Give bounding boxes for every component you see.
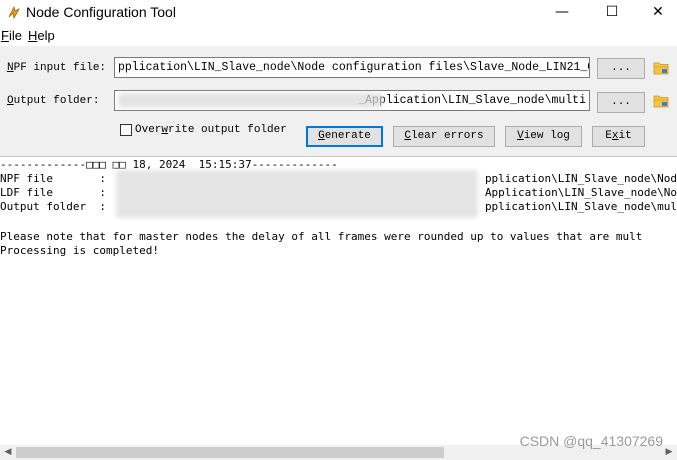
clear-errors-button[interactable]: Clear errors (393, 126, 495, 147)
watermark: CSDN @qq_41307269 (519, 433, 663, 449)
log-npf-key: NPF file : (0, 172, 106, 185)
config-panel: NPF input file: pplication\LIN_Slave_nod… (0, 46, 677, 156)
minimize-button[interactable]: — (539, 0, 585, 26)
window-title: Node Configuration Tool (26, 4, 176, 20)
browse-npf-button[interactable]: ... (597, 58, 645, 79)
log-npf-value: pplication\LIN_Slave_node\Nod (484, 172, 677, 185)
maximize-button[interactable]: ☐ (589, 0, 635, 26)
menu-file[interactable]: File (1, 28, 22, 43)
scrollbar-thumb[interactable] (16, 447, 444, 458)
log-output-key: Output folder : (0, 200, 106, 213)
scroll-left-icon[interactable]: ◀ (0, 445, 16, 460)
close-button[interactable]: ✕ (635, 0, 677, 26)
log-note: Please note that for master nodes the de… (0, 230, 643, 243)
title-bar: Node Configuration Tool — ☐ ✕ (0, 0, 677, 26)
log-ldf-key: LDF file : (0, 186, 106, 199)
output-folder-label: Output folder: (7, 95, 100, 107)
scroll-right-icon[interactable]: ▶ (661, 445, 677, 460)
overwrite-label[interactable]: Overwrite output folder (135, 124, 287, 136)
output-log[interactable]: -------------□□□ □□ 18, 2024 15:15:37---… (0, 157, 677, 445)
overwrite-checkbox[interactable] (120, 124, 132, 136)
menu-bar: File Help (0, 26, 677, 46)
npf-input-field[interactable]: pplication\LIN_Slave_node\Node configura… (114, 57, 590, 78)
app-icon (8, 5, 20, 20)
view-log-button[interactable]: View log (505, 126, 582, 147)
log-status: Processing is completed! (0, 244, 159, 257)
npf-input-label: NPF input file: (7, 62, 107, 74)
browse-output-button[interactable]: ... (597, 92, 645, 113)
redacted-path (118, 93, 383, 108)
log-output-value: pplication\LIN_Slave_node\mul (484, 200, 677, 213)
exit-button[interactable]: Exit (592, 126, 645, 147)
generate-button[interactable]: Generate (306, 126, 383, 147)
open-folder-icon[interactable] (653, 61, 669, 75)
redacted-paths (116, 170, 478, 218)
open-folder-icon[interactable] (653, 94, 669, 108)
log-ldf-value: Application\LIN_Slave_node\No (484, 186, 677, 199)
menu-help[interactable]: Help (28, 28, 55, 43)
